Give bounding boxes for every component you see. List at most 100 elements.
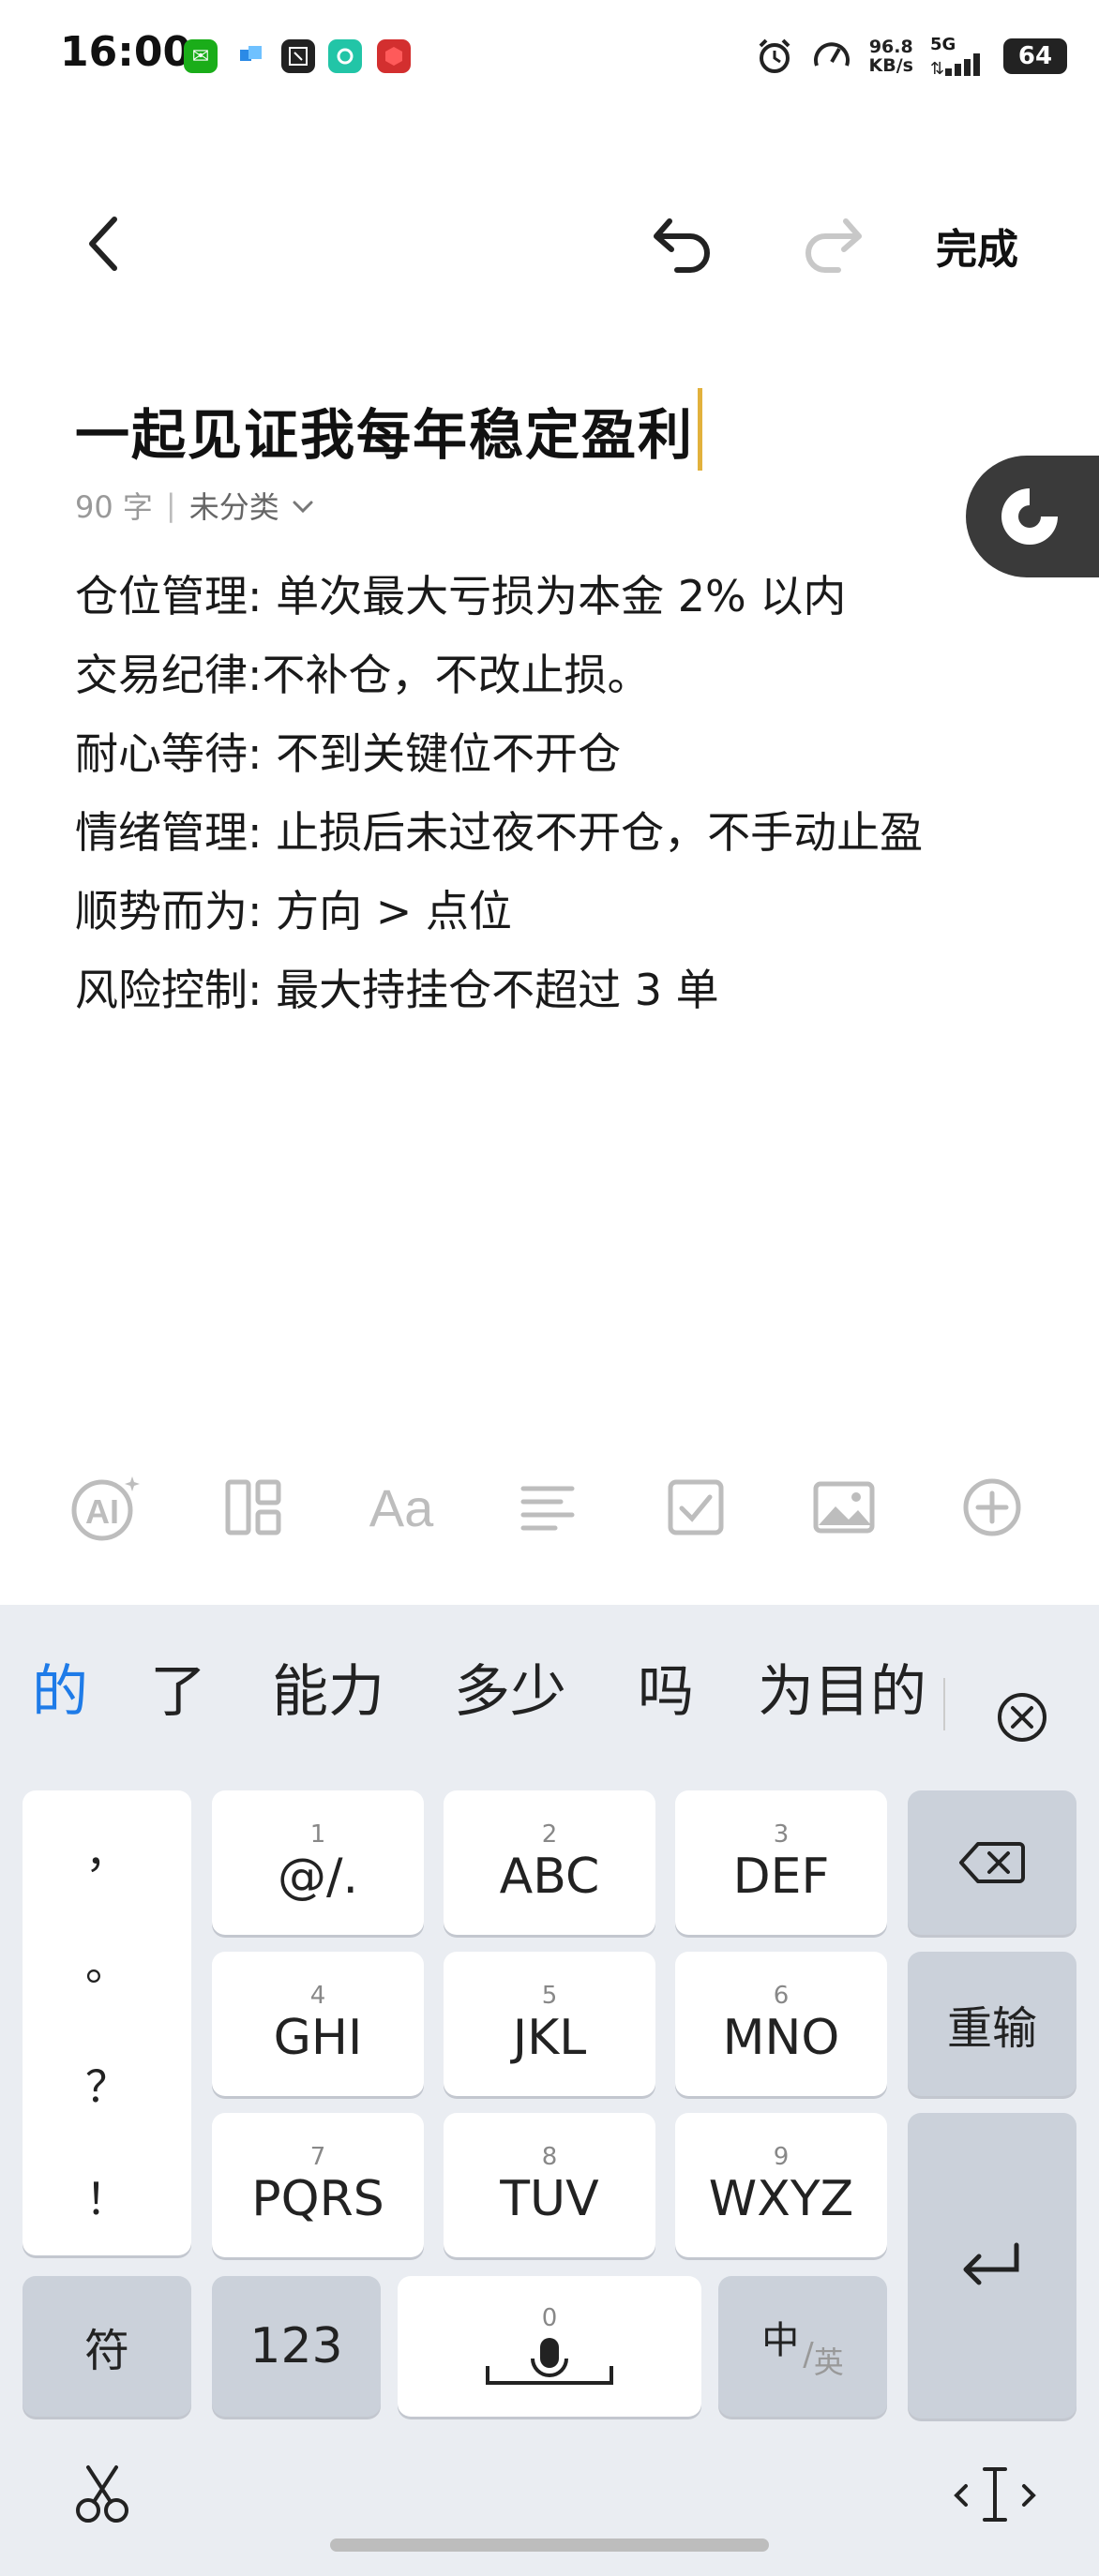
category-selector[interactable]: 未分类 xyxy=(189,484,317,527)
close-circle-icon xyxy=(998,1693,1046,1742)
key-2[interactable]: 2 ABC xyxy=(444,1790,655,1935)
key-3[interactable]: 3 DEF xyxy=(675,1790,887,1935)
body-line: 风险控制: 最大持挂仓不超过 3 单 xyxy=(75,965,719,1015)
body-line: 情绪管理: 止损后未过夜不开仓，不手动止盈 xyxy=(75,807,924,858)
font-style-button[interactable]: Aa xyxy=(356,1462,446,1552)
candidate-word[interactable]: 多少 xyxy=(454,1646,566,1728)
net-speed-unit: KB/s xyxy=(868,55,913,76)
key-7[interactable]: 7 PQRS xyxy=(212,2113,424,2257)
checkbox-icon xyxy=(668,1479,724,1535)
plus-circle-icon xyxy=(963,1478,1021,1536)
undo-button[interactable] xyxy=(647,208,722,279)
redo-icon xyxy=(805,218,862,273)
key-4[interactable]: 4 GHI xyxy=(212,1952,424,2096)
category-label: 未分类 xyxy=(188,489,279,525)
note-meta: 90 字 | 未分类 xyxy=(75,484,317,527)
body-line: 交易纪律:不补仓，不改止损。 xyxy=(75,650,651,700)
wechat-icon: ✉ xyxy=(184,39,218,73)
battery-indicator: 64 xyxy=(1003,38,1067,74)
enter-key[interactable] xyxy=(908,2113,1076,2419)
punct-exclaim-key[interactable]: ！ xyxy=(23,2165,191,2227)
net-speed-value: 96.8 xyxy=(868,37,913,57)
punct-comma-key[interactable]: ， xyxy=(23,1819,191,1880)
space-key[interactable]: 0 xyxy=(398,2276,701,2417)
image-icon xyxy=(813,1481,875,1534)
key-8[interactable]: 8 TUV xyxy=(444,2113,655,2257)
lang-en-label: 英 xyxy=(813,2344,844,2380)
backspace-icon xyxy=(959,1842,1025,1883)
signal-type: 5G xyxy=(930,35,956,54)
scissors-icon xyxy=(76,2465,128,2523)
key-label: @/. xyxy=(277,1849,359,1905)
key-6[interactable]: 6 MNO xyxy=(675,1952,887,2096)
done-button[interactable]: 完成 xyxy=(936,216,1018,276)
key-5[interactable]: 5 JKL xyxy=(444,1952,655,2096)
alarm-icon xyxy=(759,38,790,73)
floating-assistant-button[interactable] xyxy=(966,456,1099,577)
candidate-bar: 的 了 能力 多少 吗 为目的 xyxy=(0,1605,1099,1742)
app-icon-green xyxy=(328,39,362,73)
key-number: 0 xyxy=(541,2304,558,2332)
cursor-control-button[interactable] xyxy=(953,2462,1037,2527)
home-indicator[interactable] xyxy=(330,2539,769,2552)
note-body[interactable]: 仓位管理: 单次最大亏损为本金 2% 以内 交易纪律:不补仓，不改止损。 耐心等… xyxy=(75,557,923,1029)
clipboard-button[interactable] xyxy=(69,2462,135,2527)
lang-cn-label: 中 xyxy=(761,2319,800,2362)
key-label: WXYZ xyxy=(708,2171,854,2227)
body-line: 顺势而为: 方向 > 点位 xyxy=(75,886,512,936)
ai-icon: AI xyxy=(71,1476,140,1541)
speedometer-icon xyxy=(813,42,850,67)
key-number: 6 xyxy=(773,1982,790,2010)
align-left-icon xyxy=(520,1486,575,1531)
image-button[interactable] xyxy=(799,1462,889,1552)
key-1[interactable]: 1 @/. xyxy=(212,1790,424,1935)
svg-text:⇅: ⇅ xyxy=(930,59,944,76)
key-label: DEF xyxy=(732,1849,830,1905)
punct-question-key[interactable]: ？ xyxy=(23,2053,191,2115)
checklist-button[interactable] xyxy=(651,1462,741,1552)
undo-icon xyxy=(654,218,710,273)
candidate-word[interactable]: 能力 xyxy=(272,1646,384,1728)
symbol-key[interactable]: 符 xyxy=(23,2276,191,2417)
key-label: TUV xyxy=(500,2171,599,2227)
candidate-word[interactable]: 了 xyxy=(150,1646,206,1728)
app-icon-red xyxy=(377,39,411,73)
reenter-key[interactable]: 重输 xyxy=(908,1952,1076,2096)
back-button[interactable] xyxy=(75,208,131,279)
candidate-word[interactable]: 吗 xyxy=(638,1646,694,1728)
body-line: 耐心等待: 不到关键位不开仓 xyxy=(75,728,622,779)
close-candidates-button[interactable] xyxy=(994,1689,1050,1745)
backspace-key[interactable] xyxy=(908,1790,1076,1935)
format-toolbar: AI Aa xyxy=(0,1462,1099,1552)
paragraph-button[interactable] xyxy=(503,1462,593,1552)
microphone-icon xyxy=(486,2338,613,2385)
text-caret xyxy=(698,388,703,471)
key-label: ABC xyxy=(499,1849,600,1905)
key-number: 7 xyxy=(309,2143,326,2171)
candidate-word[interactable]: 的 xyxy=(32,1646,88,1728)
assistant-icon xyxy=(1001,488,1058,545)
add-button[interactable] xyxy=(947,1462,1037,1552)
redo-button[interactable] xyxy=(793,208,868,279)
note-title[interactable]: 一起见证我每年稳定盈利 xyxy=(75,388,703,471)
key-number: 8 xyxy=(541,2143,558,2171)
candidate-word[interactable]: 为目的 xyxy=(758,1646,926,1728)
key-label: PQRS xyxy=(251,2171,384,2227)
key-9[interactable]: 9 WXYZ xyxy=(675,2113,887,2257)
key-number: 3 xyxy=(773,1820,790,1849)
status-time: 16:00 xyxy=(60,28,192,76)
key-number: 4 xyxy=(309,1982,326,2010)
key-label: GHI xyxy=(273,2010,363,2066)
layout-icon xyxy=(225,1479,281,1535)
language-switch-key[interactable]: 中 / 英 xyxy=(718,2276,887,2417)
key-number: 5 xyxy=(541,1982,558,2010)
punctuation-column: ， 。 ？ ！ xyxy=(23,1790,191,2255)
punct-period-key[interactable]: 。 xyxy=(23,1931,191,1993)
number-key[interactable]: 123 xyxy=(212,2276,381,2417)
template-button[interactable] xyxy=(208,1462,298,1552)
enter-icon xyxy=(963,2242,1019,2285)
key-label: MNO xyxy=(722,2010,840,2066)
ai-button[interactable]: AI xyxy=(62,1462,152,1552)
key-label: 符 xyxy=(83,2325,129,2377)
app-icon-blue xyxy=(234,39,268,73)
